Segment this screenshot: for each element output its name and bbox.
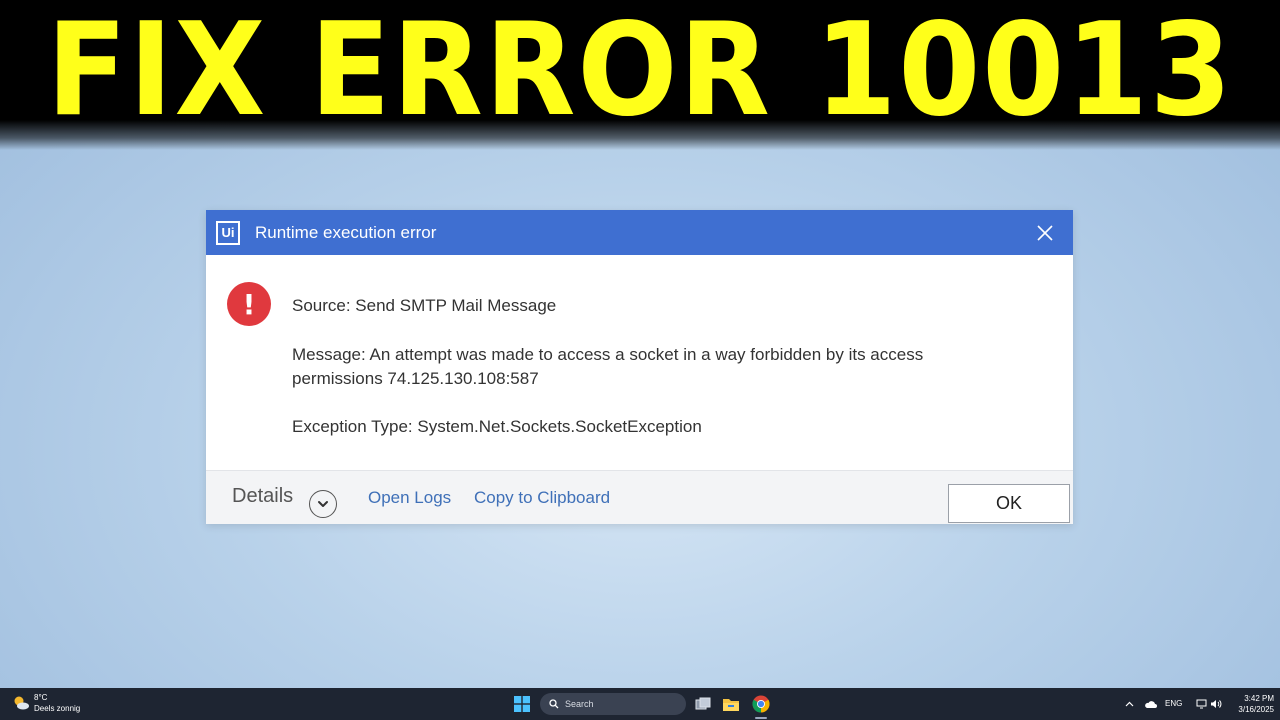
clock[interactable]: 3:42 PM 3/16/2025 bbox=[1228, 693, 1274, 715]
search-placeholder: Search bbox=[565, 699, 594, 709]
error-message: Message: An attempt was made to access a… bbox=[292, 343, 1012, 391]
banner-title: FIX ERROR 10013 bbox=[46, 0, 1234, 145]
copy-to-clipboard-link[interactable]: Copy to Clipboard bbox=[474, 488, 610, 508]
taskbar-search[interactable]: Search bbox=[540, 693, 686, 715]
close-icon bbox=[1037, 225, 1053, 241]
error-icon: ! bbox=[227, 282, 271, 326]
chevron-up-icon bbox=[1125, 701, 1133, 707]
windows-start-icon bbox=[514, 696, 530, 712]
file-explorer-icon bbox=[723, 698, 739, 711]
weather-description: Deels zonnig bbox=[34, 704, 81, 713]
weather-temperature: 8°C bbox=[34, 693, 48, 702]
onedrive-button[interactable] bbox=[1142, 696, 1158, 712]
task-view-icon bbox=[695, 697, 711, 710]
error-message-line-1: Message: An attempt was made to access a… bbox=[292, 345, 924, 364]
chrome-icon bbox=[752, 695, 770, 713]
error-source: Source: Send SMTP Mail Message bbox=[292, 296, 557, 315]
ui-logo-icon: Ui bbox=[216, 220, 240, 245]
weather-widget[interactable]: 8°C Deels zonnig bbox=[12, 692, 80, 714]
chrome-button[interactable] bbox=[750, 692, 772, 719]
details-toggle-button[interactable] bbox=[309, 490, 337, 518]
ok-button[interactable]: OK bbox=[948, 484, 1070, 523]
language-indicator[interactable]: ENG bbox=[1165, 699, 1182, 708]
title-banner: FIX ERROR 10013 bbox=[0, 0, 1280, 150]
cloud-icon bbox=[1144, 700, 1157, 708]
file-explorer-button[interactable] bbox=[720, 692, 742, 716]
taskbar: 8°C Deels zonnig Search ENG 3:42 PM 3/16… bbox=[0, 688, 1280, 720]
search-icon bbox=[549, 699, 559, 709]
display-button[interactable] bbox=[1193, 696, 1209, 712]
open-logs-link[interactable]: Open Logs bbox=[368, 488, 451, 508]
close-button[interactable] bbox=[1029, 217, 1061, 249]
start-button[interactable] bbox=[511, 692, 533, 716]
volume-icon bbox=[1211, 700, 1222, 708]
display-icon bbox=[1196, 699, 1206, 709]
dialog-body: ! Source: Send SMTP Mail Message Message… bbox=[206, 255, 1073, 470]
error-message-line-2: permissions 74.125.130.108:587 bbox=[292, 369, 539, 388]
clock-date: 3/16/2025 bbox=[1238, 705, 1274, 714]
volume-button[interactable] bbox=[1208, 696, 1224, 712]
weather-sun-cloud-icon bbox=[14, 696, 29, 710]
dialog-title: Runtime execution error bbox=[255, 222, 437, 242]
exception-type: Exception Type: System.Net.Sockets.Socke… bbox=[292, 417, 702, 436]
clock-time: 3:42 PM bbox=[1244, 694, 1274, 703]
show-hidden-icons-button[interactable] bbox=[1121, 696, 1137, 712]
chevron-down-icon bbox=[318, 501, 328, 507]
dialog-titlebar[interactable]: Ui Runtime execution error bbox=[206, 210, 1073, 255]
details-label[interactable]: Details bbox=[232, 485, 293, 508]
task-view-button[interactable] bbox=[693, 692, 713, 716]
dialog-footer: Details Open Logs Copy to Clipboard OK bbox=[206, 470, 1073, 524]
runtime-error-dialog: Ui Runtime execution error ! Source: Sen… bbox=[206, 210, 1073, 524]
